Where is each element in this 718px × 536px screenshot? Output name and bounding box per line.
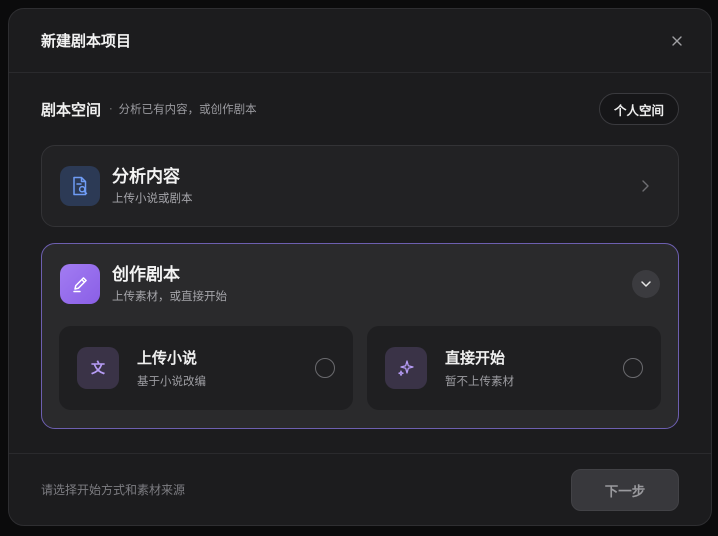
- upload-novel-title: 上传小说: [137, 349, 198, 367]
- start-directly-title: 直接开始: [445, 349, 506, 367]
- next-step-button[interactable]: 下一步: [571, 468, 679, 511]
- pen-edit-icon: [60, 264, 100, 304]
- create-card-subtitle: 上传素材，或直接开始: [112, 288, 227, 303]
- analyze-card-subtitle: 上传小说或剧本: [112, 190, 193, 205]
- start-directly-option[interactable]: 直接开始 暂不上传素材: [367, 326, 661, 410]
- text-icon: 文: [77, 347, 119, 389]
- dialog-title: 新建剧本项目: [41, 32, 132, 50]
- upload-novel-option[interactable]: 文 上传小说 基于小说改编: [59, 326, 353, 410]
- section-separator: ·: [109, 102, 113, 116]
- section-title: 剧本空间: [41, 100, 102, 119]
- upload-novel-subtitle: 基于小说改编: [137, 374, 206, 388]
- analyze-card-title: 分析内容: [112, 166, 180, 187]
- document-search-icon: [60, 166, 100, 206]
- upload-novel-radio[interactable]: [315, 358, 335, 378]
- close-icon: [672, 35, 682, 46]
- sparkle-icon: [385, 347, 427, 389]
- start-directly-subtitle: 暂不上传素材: [445, 374, 514, 388]
- section-subtitle: · 分析已有内容，或创作剧本: [109, 101, 257, 117]
- dialog-header: 新建剧本项目: [9, 9, 711, 73]
- new-script-project-dialog: 新建剧本项目 剧本空间 · 分析已有内容，或创作剧本 个人空间 分析内容 上传小…: [8, 8, 712, 526]
- section-subtitle-text: 分析已有内容，或创作剧本: [118, 102, 257, 116]
- analyze-content-card[interactable]: 分析内容 上传小说或剧本: [41, 145, 679, 227]
- chevron-right-icon: [642, 180, 649, 192]
- start-directly-radio[interactable]: [623, 358, 643, 378]
- footer-hint: 请选择开始方式和素材来源: [41, 483, 186, 497]
- collapse-toggle-button[interactable]: [632, 270, 660, 298]
- chevron-down-icon: [641, 281, 651, 287]
- dialog-footer: 请选择开始方式和素材来源 下一步: [9, 453, 711, 525]
- create-card-title: 创作剧本: [112, 264, 180, 285]
- close-button[interactable]: [665, 29, 689, 53]
- section-header: 剧本空间 · 分析已有内容，或创作剧本 个人空间: [41, 93, 679, 125]
- create-script-card[interactable]: 创作剧本 上传素材，或直接开始 文 上传小说 基于小说改编 直接开始 暂不上传素…: [41, 243, 679, 429]
- personal-space-button[interactable]: 个人空间: [598, 93, 679, 125]
